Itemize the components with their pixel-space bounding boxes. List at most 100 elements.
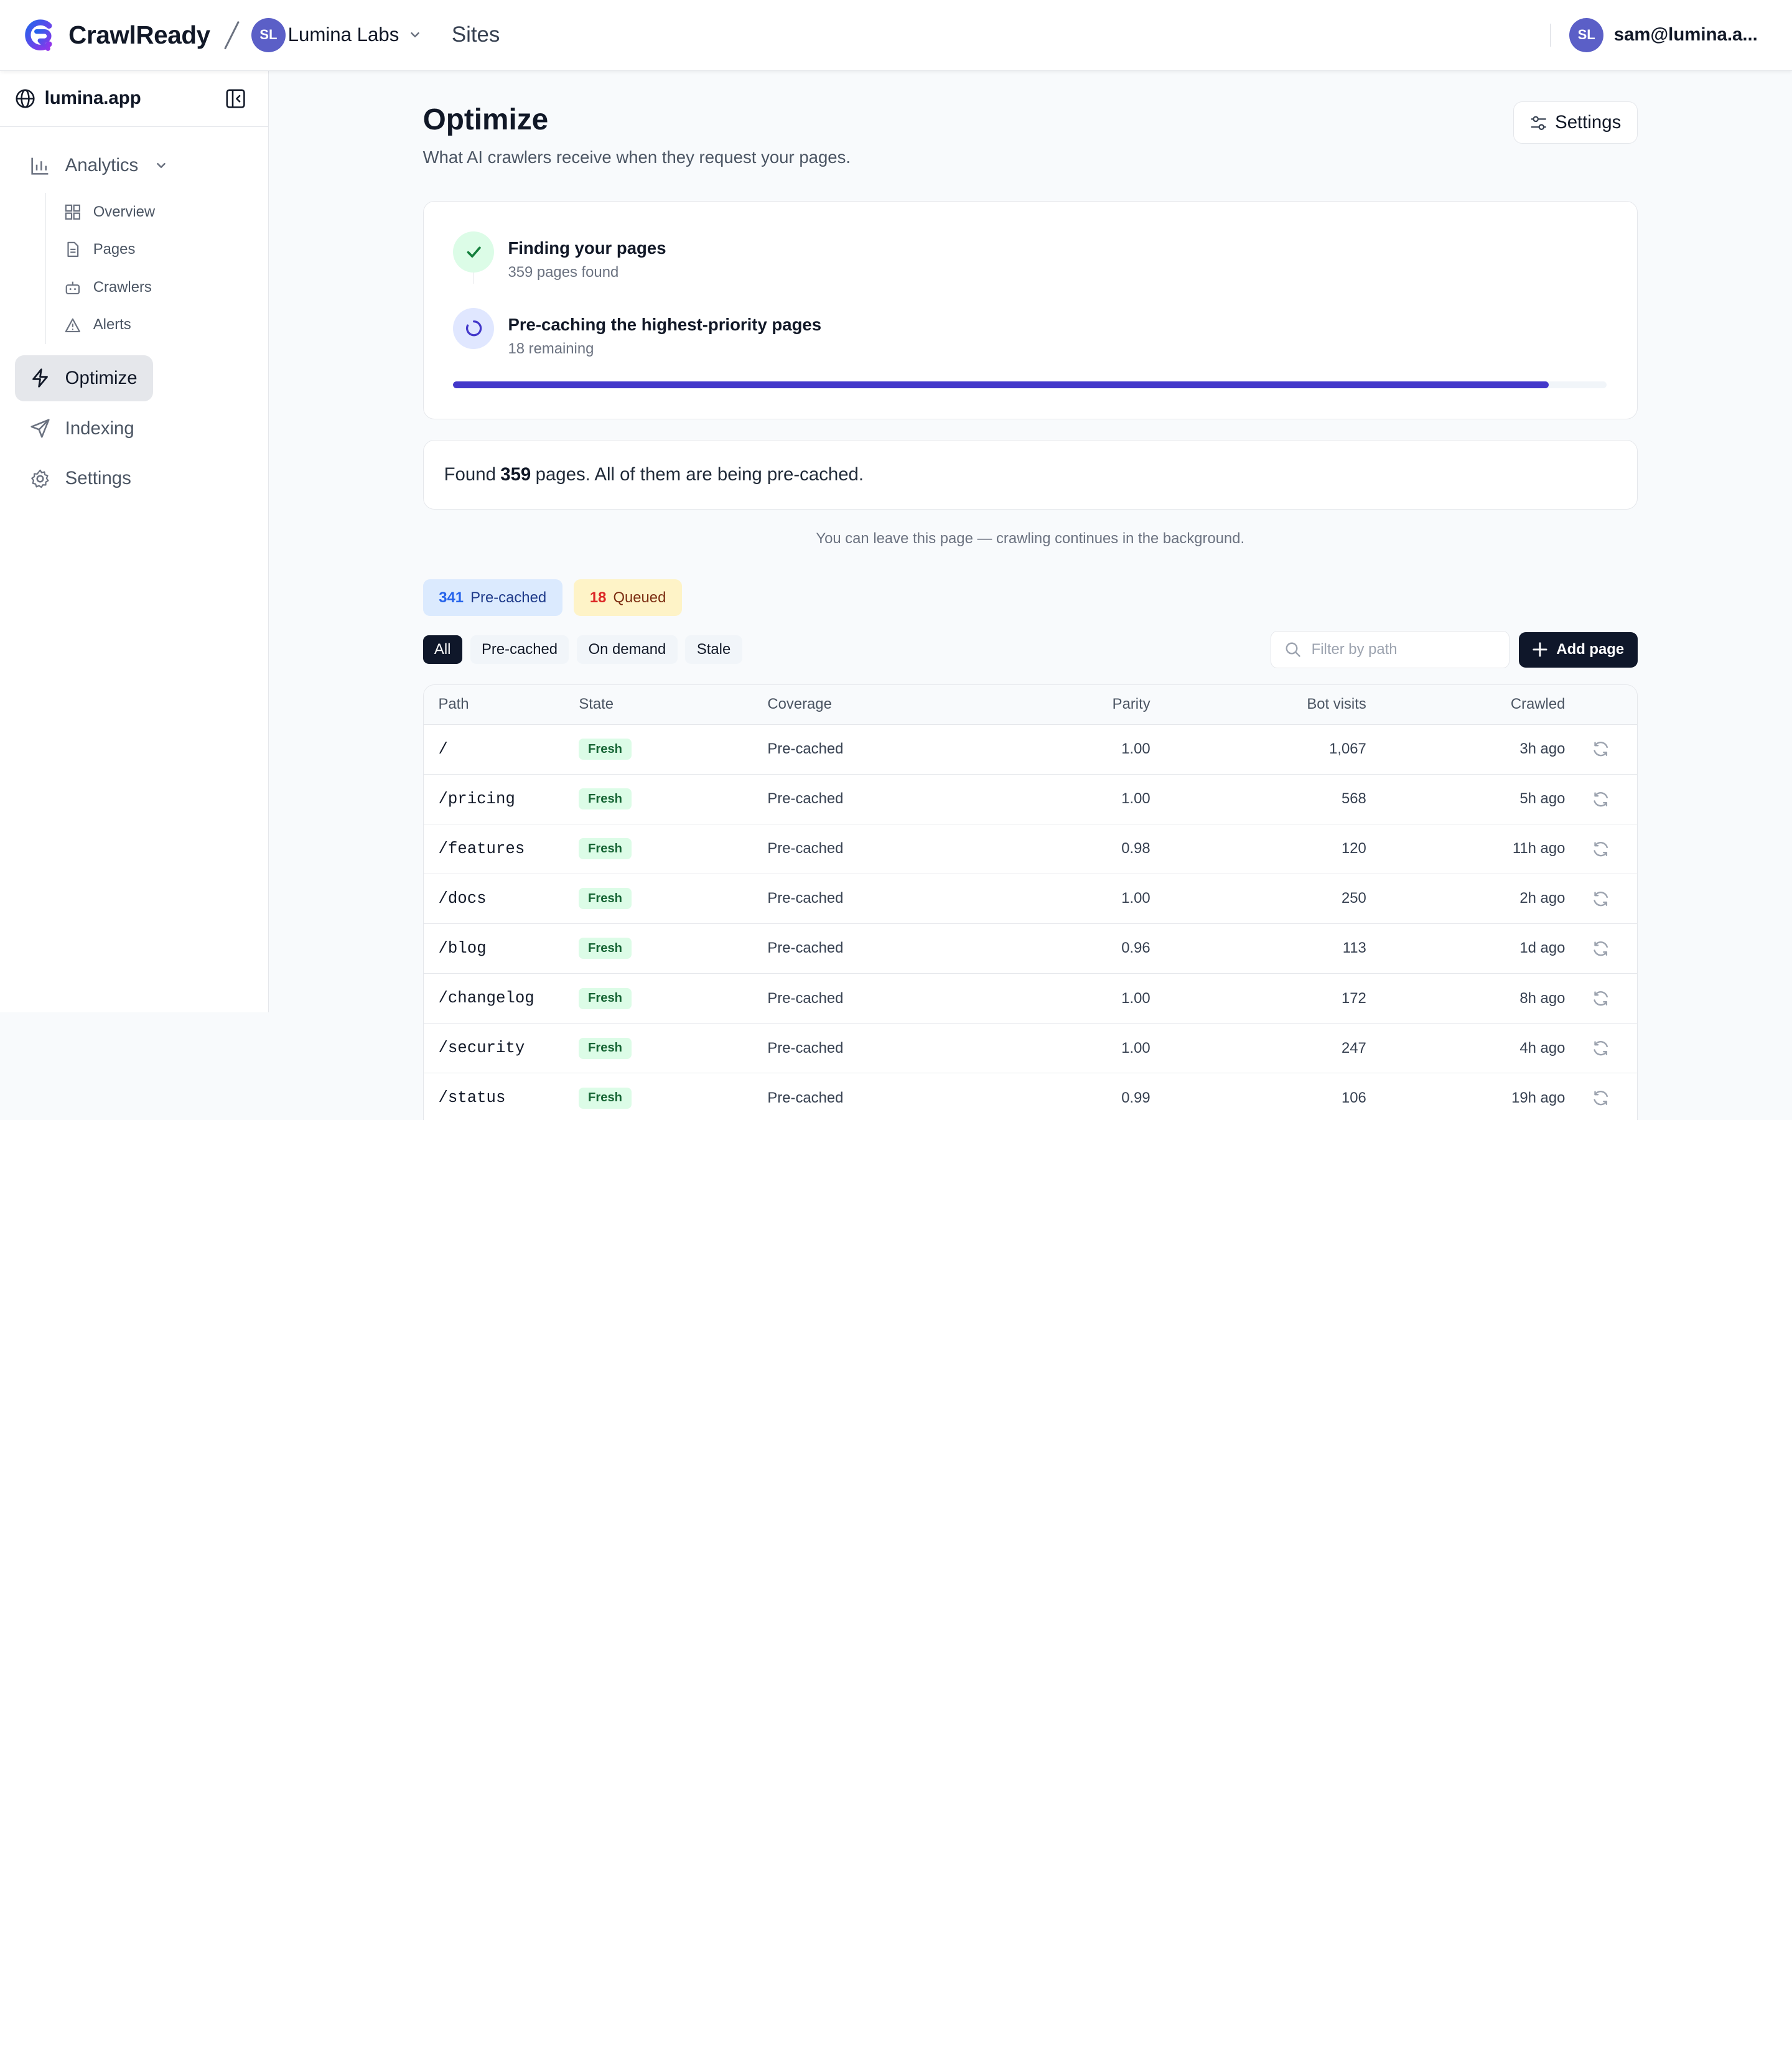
refresh-icon[interactable]: [1592, 840, 1610, 858]
settings-button-label: Settings: [1555, 112, 1622, 133]
sidebar-item-indexing[interactable]: Indexing: [15, 406, 253, 451]
refresh-icon[interactable]: [1592, 740, 1610, 758]
col-header-bot-visits[interactable]: Bot visits: [1150, 696, 1366, 713]
cell-parity: 1.00: [1121, 890, 1150, 907]
page-background: [0, 1012, 269, 1120]
queued-chip[interactable]: 18 Queued: [574, 579, 683, 616]
cell-parity: 0.99: [1121, 1089, 1150, 1106]
user-avatar: SL: [1569, 17, 1604, 52]
status-badge: Fresh: [579, 739, 632, 760]
cell-path[interactable]: /features: [424, 840, 579, 858]
table-row[interactable]: /security Fresh Pre-cached 1.00 247 4h a…: [423, 1023, 1637, 1073]
cell-bot-visits: 1,067: [1329, 740, 1366, 758]
refresh-icon[interactable]: [1592, 940, 1610, 958]
sidebar-item-optimize[interactable]: Optimize: [14, 355, 154, 401]
cell-path[interactable]: /docs: [424, 890, 579, 908]
cell-crawled: 2h ago: [1519, 890, 1566, 907]
cell-path[interactable]: /pricing: [424, 790, 579, 808]
step-meta: 359 pages found: [508, 264, 619, 281]
chip-label: Pre-cached: [470, 589, 547, 606]
status-badge: Fresh: [579, 1087, 632, 1109]
site-selector[interactable]: lumina.app: [0, 71, 268, 127]
cell-path[interactable]: /status: [424, 1089, 579, 1107]
refresh-icon[interactable]: [1592, 890, 1610, 908]
col-header-path[interactable]: Path: [424, 696, 579, 713]
refresh-icon[interactable]: [1592, 1039, 1610, 1057]
progress-bar: [453, 381, 1607, 388]
cell-crawled: 3h ago: [1519, 740, 1566, 758]
col-header-parity[interactable]: Parity: [996, 696, 1150, 713]
table-row[interactable]: /status Fresh Pre-cached 0.99 106 19h ag…: [423, 1073, 1637, 1120]
table-row[interactable]: / Fresh Pre-cached 1.00 1,067 3h ago: [423, 724, 1637, 774]
precached-chip[interactable]: 341 Pre-cached: [422, 579, 562, 616]
refresh-icon[interactable]: [1592, 790, 1610, 808]
site-name: lumina.app: [44, 88, 141, 109]
cell-state: Fresh: [579, 987, 767, 1009]
cell-path[interactable]: /changelog: [424, 989, 579, 1007]
chip-label: Queued: [613, 589, 666, 606]
org-switcher[interactable]: SL Lumina Labs: [251, 17, 422, 52]
refresh-icon[interactable]: [1592, 989, 1610, 1007]
col-header-crawled[interactable]: Crawled: [1366, 696, 1566, 713]
check-icon: [467, 246, 481, 258]
table-row[interactable]: /pricing Fresh Pre-cached 1.00 568 5h ag…: [423, 773, 1637, 824]
filter-tab-stale[interactable]: Stale: [685, 635, 742, 665]
gear-icon: [30, 469, 49, 488]
top-bar: CrawlReady SL Lumina Labs Sites SL sam@l…: [0, 0, 1792, 71]
add-page-label: Add page: [1556, 641, 1625, 658]
filter-tab-precached[interactable]: Pre-cached: [470, 635, 569, 665]
cell-path[interactable]: /security: [424, 1039, 579, 1057]
sidebar-item-label: Crawlers: [93, 278, 152, 296]
cell-crawled: 4h ago: [1519, 1039, 1566, 1056]
cell-coverage: Pre-cached: [767, 840, 844, 857]
sidebar-item-label: Analytics: [65, 155, 139, 176]
cell-crawled: 1d ago: [1519, 940, 1566, 957]
filter-tab-on-demand[interactable]: On demand: [577, 635, 678, 665]
sidebar-item-pages[interactable]: Pages: [65, 231, 253, 269]
summary-suffix: pages. All of them are being pre-cached.: [535, 464, 864, 485]
breadcrumb-sites[interactable]: Sites: [452, 22, 500, 47]
cell-actions: [1565, 890, 1636, 908]
spinner-icon: [465, 320, 482, 337]
path-filter-input[interactable]: [1311, 641, 1495, 659]
step-running-indicator: [453, 308, 495, 350]
sidebar-item-settings[interactable]: Settings: [15, 456, 253, 501]
sidebar-item-overview[interactable]: Overview: [65, 193, 253, 231]
filter-tab-all[interactable]: All: [422, 635, 462, 665]
table-header: Path State Coverage Parity Bot visits Cr…: [423, 685, 1637, 724]
brand[interactable]: CrawlReady: [21, 16, 210, 54]
org-avatar: SL: [251, 17, 286, 52]
filter-tabs: All Pre-cached On demand Stale: [422, 635, 750, 665]
summary-count: 359: [500, 464, 531, 485]
collapse-sidebar-icon[interactable]: [226, 89, 245, 108]
add-page-button[interactable]: Add page: [1518, 632, 1638, 668]
cell-path[interactable]: /blog: [424, 940, 579, 958]
cell-actions: [1565, 1089, 1636, 1107]
sidebar-item-alerts[interactable]: Alerts: [65, 306, 253, 344]
cell-state: Fresh: [579, 1087, 767, 1109]
cell-crawled: 11h ago: [1512, 840, 1566, 857]
path-filter[interactable]: [1271, 630, 1510, 669]
settings-button[interactable]: Settings: [1513, 101, 1638, 144]
table-row[interactable]: /changelog Fresh Pre-cached 1.00 172 8h …: [423, 973, 1637, 1023]
search-icon: [1286, 642, 1301, 657]
sidebar-item-analytics[interactable]: Analytics: [15, 143, 253, 189]
refresh-icon[interactable]: [1592, 1089, 1610, 1107]
cell-coverage: Pre-cached: [767, 790, 844, 808]
sidebar-item-label: Optimize: [65, 367, 138, 388]
sidebar-item-crawlers[interactable]: Crawlers: [65, 269, 253, 307]
col-header-coverage[interactable]: Coverage: [767, 696, 996, 713]
table-row[interactable]: /docs Fresh Pre-cached 1.00 250 2h ago: [423, 873, 1637, 923]
col-header-state[interactable]: State: [579, 696, 767, 713]
cell-bot-visits: 106: [1341, 1089, 1366, 1106]
chip-count: 18: [589, 589, 607, 606]
step-done-indicator: [453, 231, 495, 273]
cell-state: Fresh: [579, 1037, 767, 1059]
cell-bot-visits: 172: [1341, 989, 1366, 1007]
user-menu[interactable]: SL sam@lumina.a...: [1549, 17, 1758, 52]
table-row[interactable]: /blog Fresh Pre-cached 0.96 113 1d ago: [423, 923, 1637, 973]
cell-path[interactable]: /: [424, 740, 579, 758]
sliders-icon: [1531, 116, 1546, 130]
summary-card: Found 359 pages. All of them are being p…: [422, 440, 1638, 510]
table-row[interactable]: /features Fresh Pre-cached 0.98 120 11h …: [423, 823, 1637, 874]
